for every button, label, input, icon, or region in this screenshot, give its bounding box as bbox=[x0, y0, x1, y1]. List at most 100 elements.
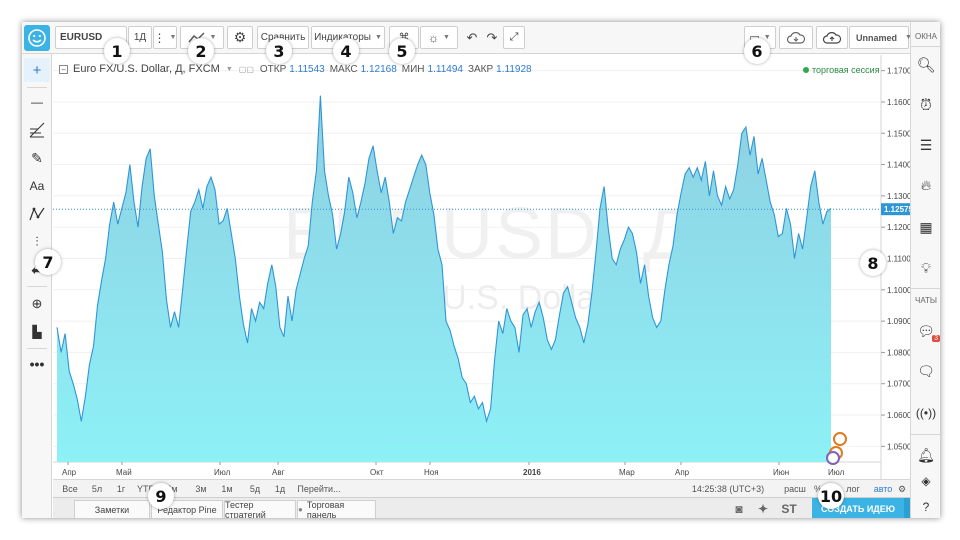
settings-button[interactable]: ⚙ bbox=[227, 26, 253, 49]
tab-trading-panel-label: Торговая панель bbox=[306, 499, 345, 519]
x-tick-label: Окт bbox=[370, 468, 384, 477]
help-button[interactable]: ? bbox=[913, 494, 939, 518]
y-tick-label: 1.17000 bbox=[887, 67, 910, 76]
layout-name-label: Unnamed bbox=[856, 32, 898, 43]
tab-notes[interactable]: Заметки bbox=[74, 500, 150, 518]
callout-5: 5 bbox=[389, 38, 415, 64]
scale-auto[interactable]: авто bbox=[873, 482, 893, 496]
interval-label: 1Д bbox=[133, 32, 147, 43]
ideas-button[interactable]: 💡︎ bbox=[913, 255, 939, 281]
measure-bars-tool[interactable]: ▙ bbox=[24, 320, 50, 344]
undo-button[interactable]: ↶ bbox=[462, 26, 482, 49]
event-marker[interactable] bbox=[826, 451, 840, 465]
camera-icon[interactable]: ◙ bbox=[731, 501, 747, 517]
interval-menu-button[interactable]: ⋮ ▼ bbox=[153, 26, 177, 49]
range-item[interactable]: 5д bbox=[245, 482, 265, 496]
callout-4: 4 bbox=[333, 38, 359, 64]
separator bbox=[27, 87, 47, 88]
brush-icon: ✎ bbox=[31, 149, 43, 166]
pattern-tool[interactable] bbox=[24, 202, 50, 226]
dom-button[interactable]: ◈ bbox=[913, 468, 939, 494]
list-icon: ☰ bbox=[919, 136, 933, 153]
range-item[interactable]: Все bbox=[59, 482, 81, 496]
smiley-logo-icon[interactable] bbox=[24, 25, 50, 51]
price-chart[interactable]: 1.17000 1.16000 1.15000 1.14000 1.13000 1.120… bbox=[53, 55, 910, 479]
scale-log[interactable]: лог bbox=[843, 482, 863, 496]
watchlist-button[interactable]: 🔍︎ bbox=[913, 52, 939, 78]
crosshair-tool[interactable]: + bbox=[24, 58, 50, 82]
right-sidebar: ОКНА 🔍︎ ⏰︎ ☰ 🔥︎ ▦ 💡︎ ЧАТЫ 💬︎ 3 🗨︎ ((•)) … bbox=[910, 22, 940, 518]
range-item[interactable]: 3м bbox=[191, 482, 211, 496]
fullscreen-icon: ⤢ bbox=[509, 31, 519, 43]
alarm-clock-icon: ⏰︎ bbox=[920, 96, 932, 114]
callout-9: 9 bbox=[148, 483, 174, 509]
fib-tool[interactable] bbox=[24, 118, 50, 142]
low-value: 1.11494 bbox=[427, 63, 463, 75]
brush-tool[interactable]: ✎ bbox=[24, 146, 50, 170]
notifications-button[interactable]: 🔔︎ bbox=[913, 442, 939, 468]
scale-extended[interactable]: расш bbox=[784, 482, 806, 496]
watchlist-header: ОКНА bbox=[915, 32, 937, 41]
x-tick-label: Июл bbox=[828, 468, 845, 477]
price-area-fill bbox=[57, 95, 831, 462]
close-value: 1.11928 bbox=[496, 63, 532, 75]
callout-7: 7 bbox=[35, 249, 61, 275]
save-layout-button[interactable] bbox=[816, 26, 848, 49]
layers-icon: ◈ bbox=[921, 474, 931, 488]
public-chat-button[interactable]: 💬︎ 3 bbox=[913, 318, 940, 344]
lightbulb-icon: 💡︎ bbox=[921, 259, 931, 276]
zoom-icon: ⊕ bbox=[31, 296, 43, 311]
interval-button[interactable]: 1Д bbox=[128, 26, 152, 49]
y-tick-label: 1.15000 bbox=[887, 129, 910, 138]
high-value: 1.12168 bbox=[360, 63, 397, 75]
callout-10: 10 bbox=[818, 483, 844, 509]
range-item[interactable]: 5л bbox=[87, 482, 107, 496]
tab-trading-panel[interactable]: ● Торговая панель bbox=[297, 500, 376, 518]
range-item[interactable]: Перейти... bbox=[297, 482, 341, 496]
legend-title: Euro FX/U.S. Dollar, Д, FXCM bbox=[73, 63, 220, 75]
help-icon: ? bbox=[922, 500, 930, 514]
streams-button[interactable]: ((•)) bbox=[913, 400, 939, 426]
high-label: МАКС bbox=[329, 63, 358, 75]
callout-2: 2 bbox=[188, 38, 214, 64]
trend-line-tool[interactable]: — bbox=[24, 90, 50, 114]
series-legend: − Euro FX/U.S. Dollar, Д, FXCM ▼ ▢▢ ОТКР… bbox=[59, 63, 537, 75]
calendar-icon: ▦ bbox=[919, 218, 933, 235]
private-chat-button[interactable]: 🗨︎ bbox=[913, 358, 939, 384]
collapse-icon[interactable]: − bbox=[59, 64, 68, 74]
data-window-button[interactable]: ☰ bbox=[913, 132, 939, 158]
x-tick-label: Апр bbox=[62, 468, 77, 477]
y-tick-label: 1.06000 bbox=[887, 411, 910, 420]
separator bbox=[911, 434, 940, 435]
y-tick-label: 1.11000 bbox=[887, 255, 910, 264]
event-marker[interactable] bbox=[833, 432, 847, 446]
callout-6: 6 bbox=[744, 38, 770, 64]
stocktwits-button[interactable]: ST bbox=[779, 501, 799, 517]
chart-pane[interactable]: EURUSD, Д Euro FX/U.S. Dollar 1.170001.1… bbox=[53, 55, 910, 479]
load-layout-button[interactable] bbox=[779, 26, 813, 49]
fullscreen-button[interactable]: ⤢ bbox=[503, 26, 525, 49]
scale-settings-gear-icon[interactable]: ⚙ bbox=[896, 482, 908, 496]
layout-name-button[interactable]: Unnamed ▼ bbox=[849, 26, 912, 49]
calendar-button[interactable]: ▦ bbox=[913, 214, 939, 240]
callout-3: 3 bbox=[266, 38, 292, 64]
redo-button[interactable]: ↷ bbox=[482, 26, 502, 49]
range-item[interactable]: 1м bbox=[217, 482, 237, 496]
alert-button[interactable]: ☼ ▼ bbox=[420, 26, 458, 49]
twitter-icon[interactable]: ✦ bbox=[755, 501, 771, 517]
hotlists-button[interactable]: 🔥︎ bbox=[913, 172, 939, 198]
eye-icon[interactable]: ▢▢ bbox=[239, 65, 254, 74]
y-tick-label: 1.12000 bbox=[887, 223, 910, 232]
range-item[interactable]: 1г bbox=[113, 482, 129, 496]
pattern-icon bbox=[29, 207, 45, 221]
tab-strategy-tester[interactable]: Тестер стратегий bbox=[224, 500, 296, 518]
text-tool[interactable]: Aa bbox=[24, 174, 50, 198]
broadcast-icon: ((•)) bbox=[915, 406, 937, 420]
range-item[interactable]: 1д bbox=[271, 482, 289, 496]
zoom-tool[interactable]: ⊕ bbox=[24, 292, 50, 316]
x-tick-label: Мар bbox=[619, 468, 635, 477]
alerts-button[interactable]: ⏰︎ bbox=[913, 92, 939, 118]
search-list-icon: 🔍︎ bbox=[916, 57, 936, 74]
more-tools-button[interactable]: ••• bbox=[24, 352, 50, 376]
caret-down-icon[interactable]: ▼ bbox=[226, 66, 233, 73]
